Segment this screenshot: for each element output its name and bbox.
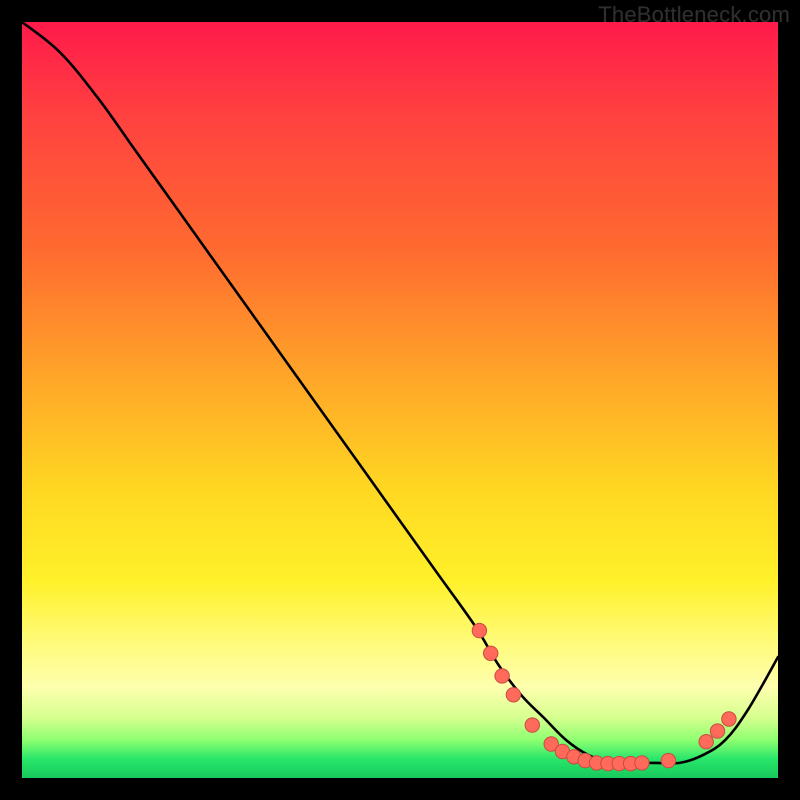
chart-frame: TheBottleneck.com <box>0 0 800 800</box>
watermark-text: TheBottleneck.com <box>598 2 790 28</box>
curve-marker <box>661 753 675 767</box>
bottleneck-curve-path <box>22 22 778 763</box>
curve-marker <box>525 718 539 732</box>
curve-marker <box>699 735 713 749</box>
curve-markers <box>472 623 736 770</box>
plot-area <box>22 22 778 778</box>
curve-marker <box>506 688 520 702</box>
curve-marker <box>722 712 736 726</box>
curve-marker <box>710 724 724 738</box>
curve-marker <box>472 623 486 637</box>
bottleneck-curve-svg <box>22 22 778 778</box>
curve-marker <box>635 756 649 770</box>
curve-marker <box>495 669 509 683</box>
curve-marker <box>484 646 498 660</box>
